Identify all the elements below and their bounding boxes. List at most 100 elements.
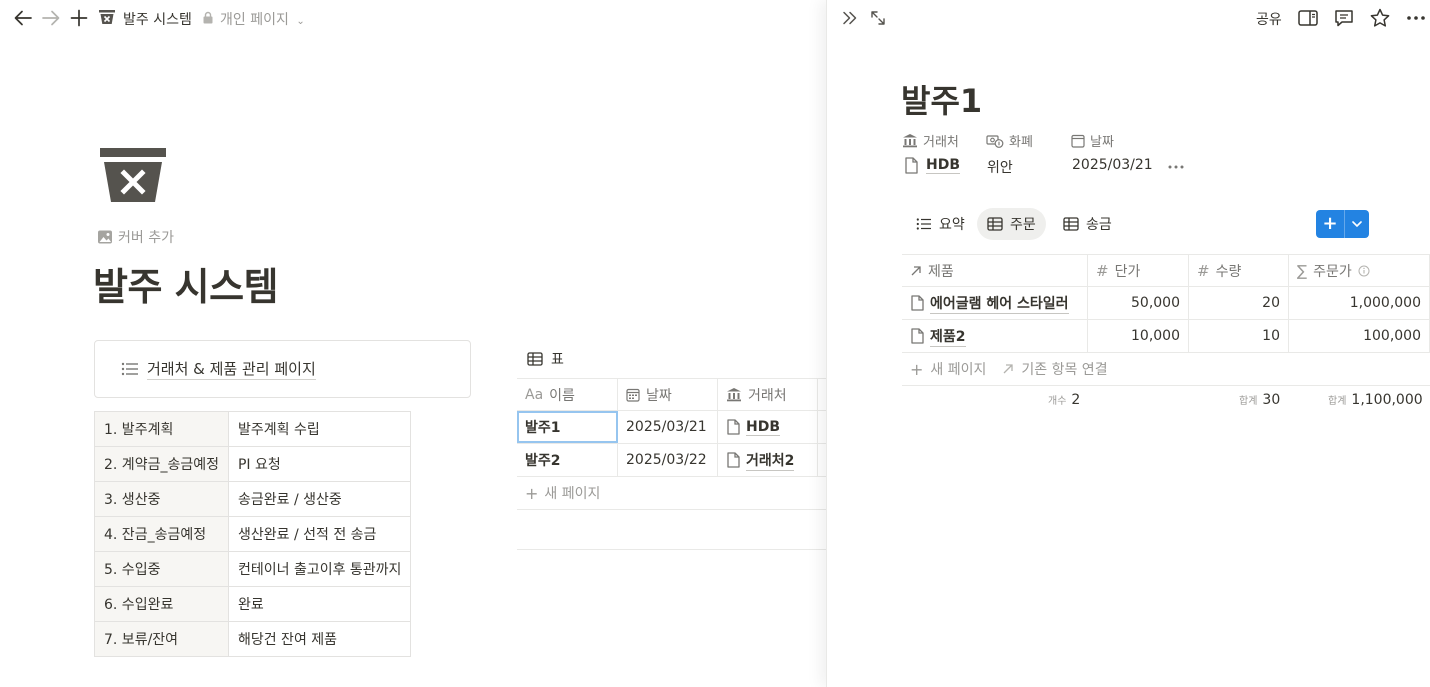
stage-value[interactable]: 송금완료 / 생산중 <box>227 481 412 517</box>
stage-value[interactable]: 해당건 잔여 제품 <box>227 621 412 657</box>
property-date-header[interactable]: 날짜 <box>1071 131 1114 150</box>
vendor-link[interactable]: HDB <box>746 419 781 436</box>
chevron-down-icon[interactable] <box>1345 221 1369 227</box>
property-currency-header[interactable]: 화폐 <box>986 131 1033 150</box>
column-header-order-price[interactable]: ∑ 주문가 <box>1289 255 1430 286</box>
back-arrow-icon[interactable] <box>12 7 34 29</box>
forward-arrow-icon[interactable] <box>40 7 62 29</box>
panel-layout-icon[interactable] <box>1297 7 1321 29</box>
vendor-link[interactable]: HDB <box>926 157 961 174</box>
table-row[interactable]: 발주1 2025/03/21 HDB <box>517 411 826 444</box>
stage-value[interactable]: 컨테이너 출고이후 통관까지 <box>227 551 412 587</box>
row-product[interactable]: 에어글램 헤어 스타일러 <box>902 287 1088 319</box>
stage-value[interactable]: PI 요청 <box>227 446 412 482</box>
share-button[interactable]: 공유 <box>1256 9 1282 29</box>
order-price-sum-aggregate[interactable]: 합계 1,100,000 <box>1328 392 1423 408</box>
quantity-sum-aggregate[interactable]: 합계 30 <box>1239 392 1280 408</box>
row-extra-cell <box>818 444 826 476</box>
more-properties-icon[interactable] <box>1167 157 1185 177</box>
stage-key[interactable]: 2. 계약금_송금예정 <box>94 446 229 482</box>
count-aggregate[interactable]: 개수 2 <box>1048 392 1080 408</box>
column-header-quantity[interactable]: # 수량 <box>1189 255 1289 286</box>
column-header-date[interactable]: 날짜 <box>618 379 718 410</box>
star-icon[interactable] <box>1369 7 1393 29</box>
row-unit-price[interactable]: 10,000 <box>1088 320 1189 352</box>
tab-summary[interactable]: 요약 <box>906 208 975 240</box>
row-quantity[interactable]: 10 <box>1189 320 1289 352</box>
relation-arrow-icon <box>910 265 922 277</box>
aggregate-value: 2 <box>1071 392 1081 408</box>
sub-table-actions-row: + 새 페이지 기존 항목 연결 <box>902 353 1430 386</box>
stage-value[interactable]: 생산완료 / 선적 전 송금 <box>227 516 412 552</box>
breadcrumb-page-title[interactable]: 발주 시스템 <box>123 9 192 29</box>
row-order-price[interactable]: 1,000,000 <box>1289 287 1430 319</box>
page-trash-icon[interactable] <box>100 148 166 204</box>
property-currency-value[interactable]: 위안 <box>987 157 1013 177</box>
stage-key[interactable]: 4. 잔금_송금예정 <box>94 516 229 552</box>
property-vendor-header[interactable]: 거래처 <box>902 131 959 150</box>
column-label: 단가 <box>1114 263 1141 280</box>
column-header-name[interactable]: Aa 이름 <box>517 379 618 410</box>
row-unit-price[interactable]: 50,000 <box>1088 287 1189 319</box>
plus-icon[interactable] <box>68 7 90 29</box>
row-name[interactable]: 발주1 <box>517 411 618 443</box>
column-header-unit-price[interactable]: # 단가 <box>1088 255 1189 286</box>
row-name[interactable]: 발주2 <box>517 444 618 476</box>
property-vendor-value[interactable]: HDB <box>904 157 961 174</box>
column-header-vendor[interactable]: 거래처 <box>718 379 818 410</box>
add-cover-button[interactable]: 커버 추가 <box>97 227 174 247</box>
product-link[interactable]: 제품2 <box>930 326 966 347</box>
tab-remittance[interactable]: 송금 <box>1053 208 1122 240</box>
page-title[interactable]: 발주 시스템 <box>93 256 279 311</box>
more-options-icon[interactable] <box>1405 7 1429 29</box>
tab-orders[interactable]: 주문 <box>977 208 1046 240</box>
list-icon <box>121 361 139 377</box>
expand-icon[interactable] <box>867 7 891 29</box>
db-bottom-divider <box>517 549 826 550</box>
stage-key[interactable]: 1. 발주계획 <box>94 411 229 447</box>
table-row: 5. 수입중 컨테이너 출고이후 통관까지 <box>94 551 412 587</box>
table-row[interactable]: 에어글램 헤어 스타일러 50,000 20 1,000,000 <box>902 287 1430 320</box>
property-label: 날짜 <box>1090 135 1114 150</box>
column-label: 주문가 <box>1313 263 1352 280</box>
new-page-button[interactable]: + 새 페이지 <box>517 477 717 509</box>
link-to-page-card[interactable]: 거래처 & 제품 관리 페이지 <box>94 340 471 398</box>
new-item-button[interactable]: + <box>1316 210 1369 238</box>
panel-page-title[interactable]: 발주1 <box>901 76 982 122</box>
table-header-row: 제품 # 단가 # 수량 ∑ 주문가 <box>902 254 1430 287</box>
row-vendor[interactable]: HDB <box>718 411 818 443</box>
new-page-row[interactable]: + 새 페이지 <box>517 477 826 510</box>
column-header-product[interactable]: 제품 <box>902 255 1088 286</box>
row-date[interactable]: 2025/03/22 <box>618 444 718 476</box>
new-page-button[interactable]: + 새 페이지 <box>910 359 986 379</box>
table-icon <box>527 352 543 366</box>
product-link[interactable]: 에어글램 헤어 스타일러 <box>930 293 1069 314</box>
page-icon <box>910 328 924 344</box>
row-order-price[interactable]: 100,000 <box>1289 320 1430 352</box>
close-peek-icon[interactable] <box>839 7 863 29</box>
stage-value[interactable]: 발주계획 수립 <box>227 411 412 447</box>
table-icon <box>987 217 1003 231</box>
comment-icon[interactable] <box>1333 7 1357 29</box>
stage-key[interactable]: 5. 수입중 <box>94 551 229 587</box>
row-date[interactable]: 2025/03/21 <box>618 411 718 443</box>
stage-key[interactable]: 6. 수입완료 <box>94 586 229 622</box>
link-existing-button[interactable]: 기존 항목 연결 <box>1002 359 1108 379</box>
property-label: 화폐 <box>1009 135 1033 150</box>
chevron-down-icon: ⌄ <box>296 16 305 27</box>
stage-key[interactable]: 7. 보류/잔여 <box>94 621 229 657</box>
table-row[interactable]: 제품2 10,000 10 100,000 <box>902 320 1430 353</box>
row-quantity[interactable]: 20 <box>1189 287 1289 319</box>
stage-value[interactable]: 완료 <box>227 586 412 622</box>
row-vendor[interactable]: 거래처2 <box>718 444 818 476</box>
stage-key[interactable]: 3. 생산중 <box>94 481 229 517</box>
table-header-row: Aa 이름 날짜 거래처 <box>517 378 826 411</box>
column-header-more[interactable] <box>818 379 826 410</box>
db-view-tab[interactable]: 표 <box>527 349 564 369</box>
table-row: 1. 발주계획 발주계획 수립 <box>94 411 412 447</box>
row-product[interactable]: 제품2 <box>902 320 1088 352</box>
breadcrumb-privacy[interactable]: 개인 페이지 ⌄ <box>220 9 305 29</box>
vendor-link[interactable]: 거래처2 <box>746 450 795 471</box>
property-date-value[interactable]: 2025/03/21 <box>1072 157 1153 173</box>
table-row[interactable]: 발주2 2025/03/22 거래처2 <box>517 444 826 477</box>
